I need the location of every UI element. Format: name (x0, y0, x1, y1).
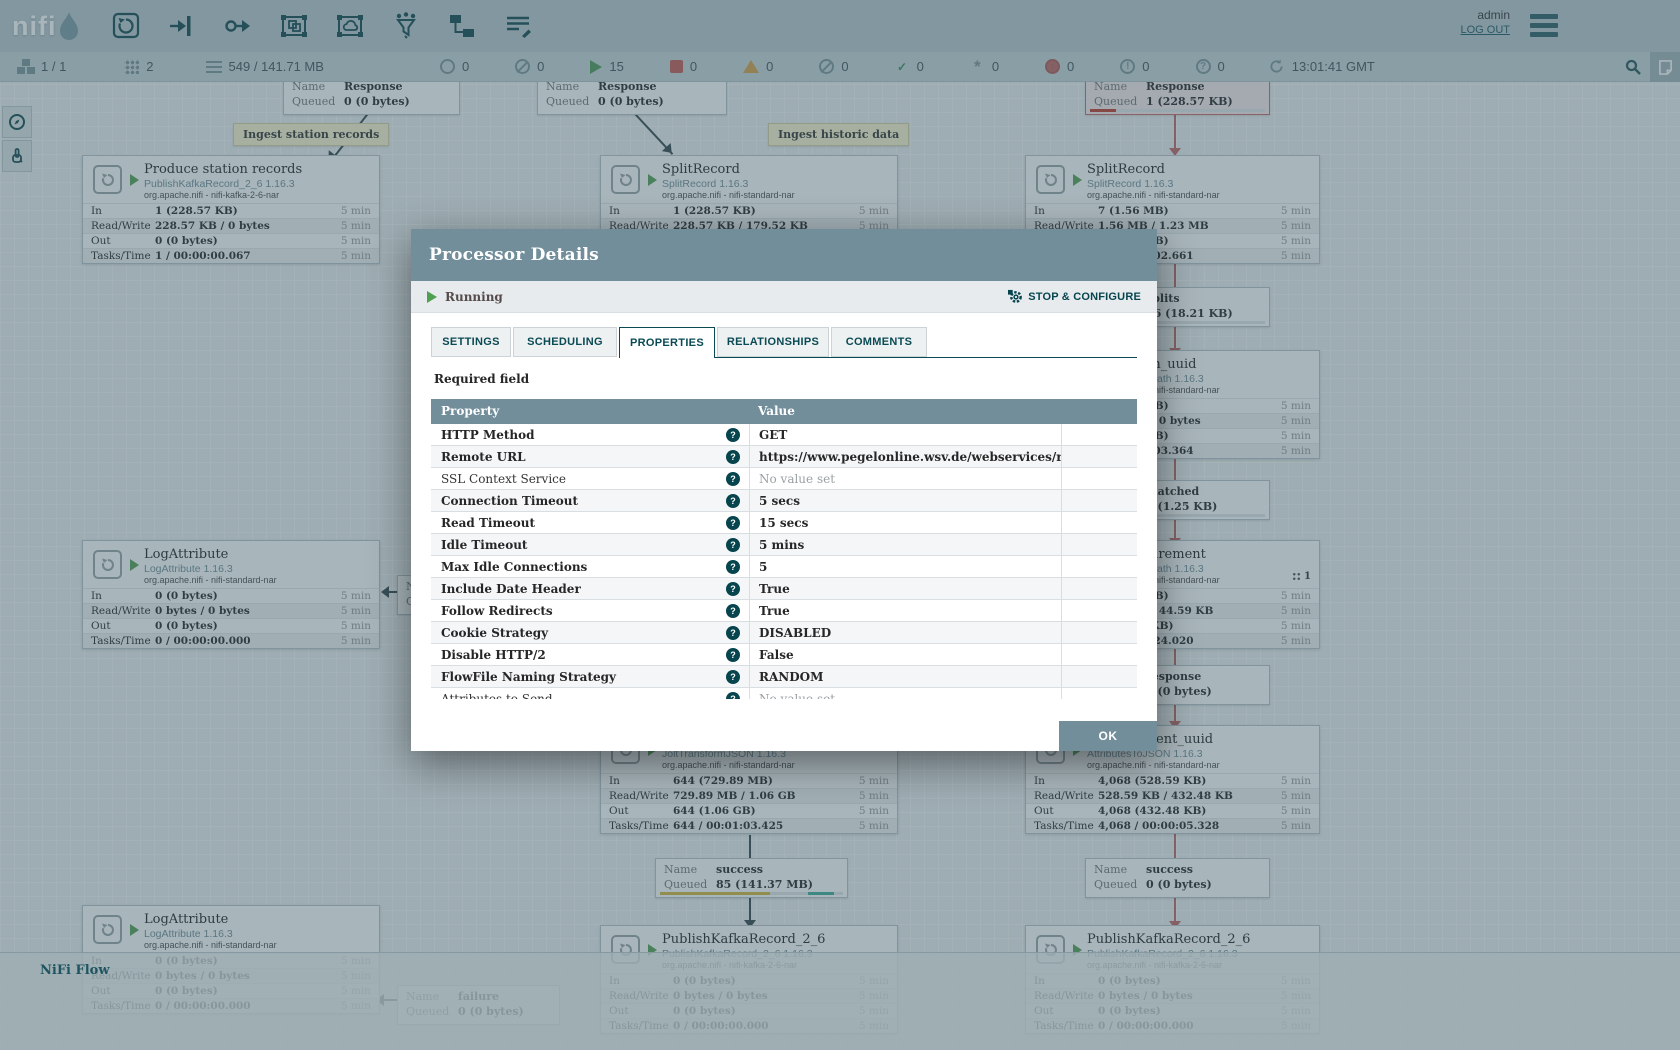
tab-underline (715, 357, 1137, 358)
property-column-header: Property (431, 399, 749, 424)
running-status-icon (427, 291, 437, 303)
dialog-tab[interactable]: COMMENTS (831, 327, 927, 357)
gear-icon (1008, 289, 1023, 304)
property-name: Connection Timeout (441, 494, 726, 508)
property-value: https://www.pegelonline.wsv.de/webservic… (759, 450, 1061, 464)
property-value: True (759, 604, 790, 618)
property-value: No value set (759, 692, 835, 700)
property-name: Idle Timeout (441, 538, 726, 552)
property-row: Disable HTTP/2 ? False (431, 644, 1137, 666)
help-icon[interactable]: ? (726, 604, 740, 618)
property-row: HTTP Method ? GET (431, 424, 1137, 446)
property-name: FlowFile Naming Strategy (441, 670, 726, 684)
property-name: Read Timeout (441, 516, 726, 530)
nifi-application: Ingest station records Ingest historic d… (0, 0, 1680, 1050)
help-icon[interactable]: ? (726, 560, 740, 574)
property-row: Max Idle Connections ? 5 (431, 556, 1137, 578)
running-status-label: Running (445, 290, 503, 304)
dialog-title: Processor Details (429, 245, 599, 265)
property-name: Max Idle Connections (441, 560, 726, 574)
property-value: RANDOM (759, 670, 823, 684)
property-name: HTTP Method (441, 428, 726, 442)
property-row: Cookie Strategy ? DISABLED (431, 622, 1137, 644)
property-name: Disable HTTP/2 (441, 648, 726, 662)
property-row: Read Timeout ? 15 secs (431, 512, 1137, 534)
help-icon[interactable]: ? (726, 692, 740, 700)
help-icon[interactable]: ? (726, 648, 740, 662)
properties-table-header: Property Value (431, 399, 1137, 424)
properties-table: Property Value HTTP Method ? GET (431, 399, 1137, 699)
property-row: Attributes to Send ? No value set (431, 688, 1137, 699)
property-row: FlowFile Naming Strategy ? RANDOM (431, 666, 1137, 688)
dialog-tabs: SETTINGS SCHEDULING PROPERTIES RELATIONS… (431, 327, 1137, 358)
dialog-tab[interactable]: RELATIONSHIPS (717, 327, 829, 357)
property-row: Idle Timeout ? 5 mins (431, 534, 1137, 556)
property-row: SSL Context Service ? No value set (431, 468, 1137, 490)
property-row: Include Date Header ? True (431, 578, 1137, 600)
dialog-tab[interactable]: PROPERTIES (619, 327, 715, 358)
property-value: True (759, 582, 790, 596)
property-row: Remote URL ? https://www.pegelonline.wsv… (431, 446, 1137, 468)
stop-and-configure-label: STOP & CONFIGURE (1028, 291, 1141, 303)
dialog-status-row: Running STOP & CONFIGURE (411, 281, 1157, 313)
help-icon[interactable]: ? (726, 472, 740, 486)
property-value: False (759, 648, 794, 662)
required-field-note: Required field (434, 372, 529, 386)
processor-details-dialog: Processor Details Running STOP & CONFIGU… (411, 229, 1157, 751)
property-name: Attributes to Send (441, 692, 726, 700)
dialog-tab[interactable]: SETTINGS (431, 327, 511, 357)
help-icon[interactable]: ? (726, 626, 740, 640)
value-column-header: Value (749, 399, 1061, 424)
help-icon[interactable]: ? (726, 582, 740, 596)
property-value: 15 secs (759, 516, 808, 530)
property-value: DISABLED (759, 626, 831, 640)
property-name: Follow Redirects (441, 604, 726, 618)
property-name: SSL Context Service (441, 472, 726, 486)
property-value: 5 mins (759, 538, 804, 552)
property-name: Remote URL (441, 450, 726, 464)
help-icon[interactable]: ? (726, 494, 740, 508)
help-icon[interactable]: ? (726, 516, 740, 530)
property-row: Follow Redirects ? True (431, 600, 1137, 622)
dialog-header: Processor Details (411, 229, 1157, 281)
help-icon[interactable]: ? (726, 538, 740, 552)
property-value: 5 (759, 560, 767, 574)
property-value: 5 secs (759, 494, 800, 508)
help-icon[interactable]: ? (726, 450, 740, 464)
property-row: Connection Timeout ? 5 secs (431, 490, 1137, 512)
property-name: Cookie Strategy (441, 626, 726, 640)
ok-button[interactable]: OK (1059, 721, 1157, 751)
help-icon[interactable]: ? (726, 428, 740, 442)
dialog-tab[interactable]: SCHEDULING (513, 327, 617, 357)
stop-and-configure-button[interactable]: STOP & CONFIGURE (1008, 289, 1141, 304)
help-icon[interactable]: ? (726, 670, 740, 684)
property-value: GET (759, 428, 787, 442)
property-name: Include Date Header (441, 582, 726, 596)
property-value: No value set (759, 472, 835, 486)
